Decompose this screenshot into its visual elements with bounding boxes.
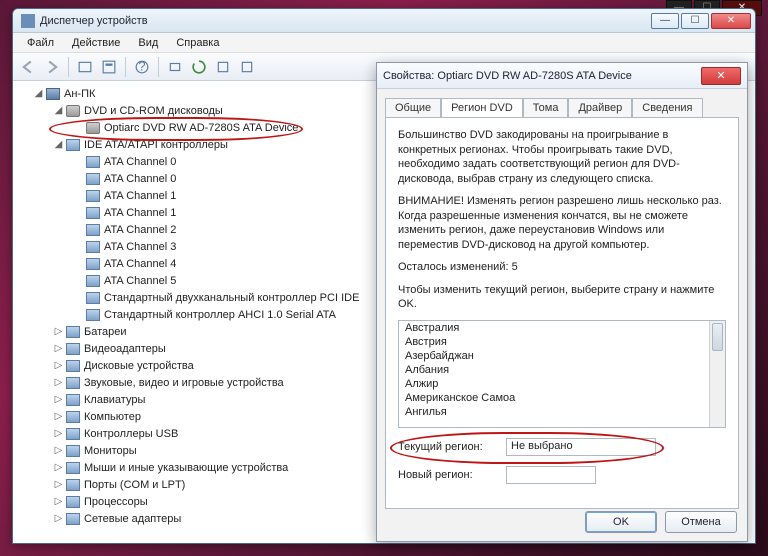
tool-uninstall[interactable] — [212, 56, 234, 78]
tabstrip: Общие Регион DVD Тома Драйвер Сведения — [377, 89, 747, 117]
listbox-scrollbar[interactable] — [709, 321, 725, 427]
menu-view[interactable]: Вид — [130, 35, 166, 51]
scrollbar-thumb[interactable] — [712, 323, 723, 351]
menubar: Файл Действие Вид Справка — [13, 33, 755, 53]
region-listbox[interactable]: Австралия Австрия Азербайджан Албания Ал… — [398, 320, 726, 428]
menu-help[interactable]: Справка — [168, 35, 227, 51]
tab-region[interactable]: Регион DVD — [441, 98, 523, 118]
tab-driver[interactable]: Драйвер — [568, 98, 632, 118]
region-item[interactable]: Австрия — [399, 335, 725, 349]
menu-action[interactable]: Действие — [64, 35, 128, 51]
tab-general[interactable]: Общие — [385, 98, 441, 118]
new-region-row: Новый регион: — [398, 466, 726, 484]
tool-disable[interactable] — [236, 56, 258, 78]
svg-text:?: ? — [138, 60, 145, 74]
properties-titlebar[interactable]: Свойства: Optiarc DVD RW AD-7280S ATA De… — [377, 63, 747, 89]
window-title: Диспетчер устройств — [40, 15, 651, 27]
region-item[interactable]: Австралия — [399, 321, 725, 335]
region-item[interactable]: Американское Самоа — [399, 391, 725, 405]
tool-show-hidden[interactable] — [74, 56, 96, 78]
menu-file[interactable]: Файл — [19, 35, 62, 51]
region-item[interactable]: Азербайджан — [399, 349, 725, 363]
current-region-value: Не выбрано — [506, 438, 656, 456]
tab-body: Большинство DVD закодированы на проигрыв… — [385, 117, 739, 509]
current-region-label: Текущий регион: — [398, 441, 498, 453]
tool-help[interactable]: ? — [131, 56, 153, 78]
cancel-button[interactable]: Отмена — [665, 511, 737, 533]
new-region-value — [506, 466, 596, 484]
properties-close-button[interactable]: ✕ — [701, 67, 741, 85]
properties-dialog: Свойства: Optiarc DVD RW AD-7280S ATA De… — [376, 62, 748, 542]
maximize-button[interactable]: ☐ — [681, 13, 709, 29]
app-icon — [21, 14, 35, 28]
current-region-row: Текущий регион: Не выбрано — [398, 438, 726, 456]
remaining-changes: Осталось изменений: 5 — [398, 260, 726, 275]
tool-forward[interactable] — [41, 56, 63, 78]
close-button[interactable]: ✕ — [711, 13, 751, 29]
tool-update[interactable] — [188, 56, 210, 78]
instruction-text: Чтобы изменить текущий регион, выберите … — [398, 283, 726, 312]
properties-title: Свойства: Optiarc DVD RW AD-7280S ATA De… — [383, 70, 701, 82]
tool-properties[interactable] — [98, 56, 120, 78]
new-region-label: Новый регион: — [398, 469, 498, 481]
ok-button[interactable]: OK — [585, 511, 657, 533]
tool-scan[interactable] — [164, 56, 186, 78]
info-paragraph-1: Большинство DVD закодированы на проигрыв… — [398, 128, 726, 186]
tab-volumes[interactable]: Тома — [523, 98, 569, 118]
info-paragraph-2: ВНИМАНИЕ! Изменять регион разрешено лишь… — [398, 194, 726, 252]
region-item[interactable]: Алжир — [399, 377, 725, 391]
tool-back[interactable] — [17, 56, 39, 78]
minimize-button[interactable]: — — [651, 13, 679, 29]
tab-details[interactable]: Сведения — [632, 98, 702, 118]
dialog-buttons: OK Отмена — [585, 511, 737, 533]
region-item[interactable]: Ангилья — [399, 405, 725, 419]
region-item[interactable]: Албания — [399, 363, 725, 377]
titlebar[interactable]: Диспетчер устройств — ☐ ✕ — [13, 9, 755, 33]
